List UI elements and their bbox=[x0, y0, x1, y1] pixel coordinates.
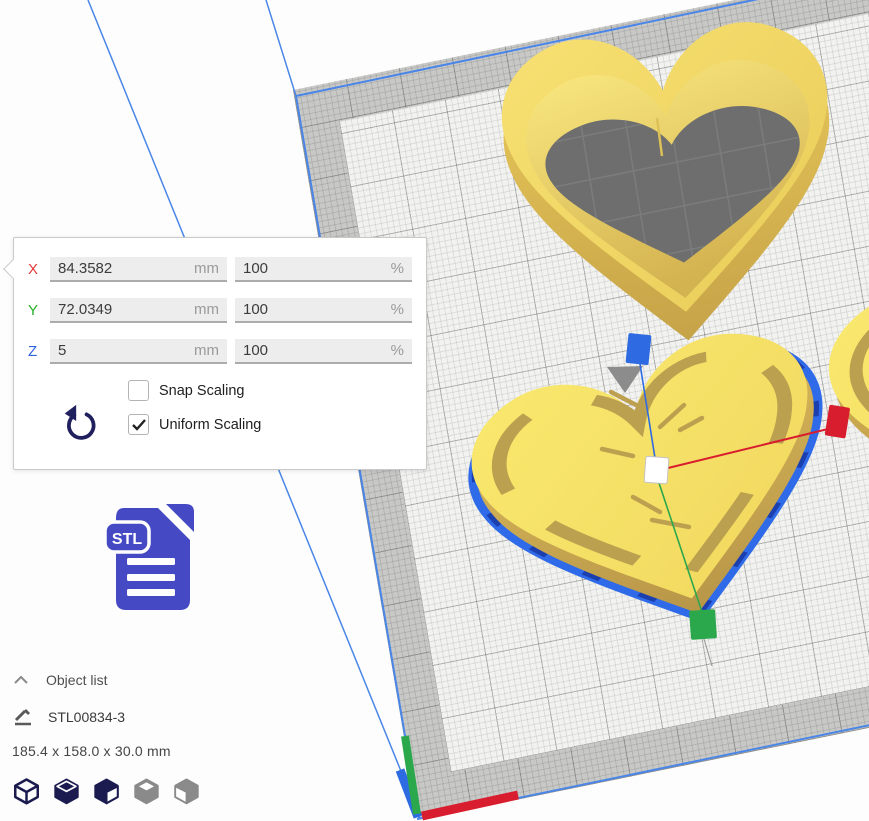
view-right-button[interactable] bbox=[171, 777, 202, 807]
object-list-header[interactable]: Object list bbox=[12, 670, 171, 690]
scale-y-percent-unit: % bbox=[391, 301, 404, 318]
scale-x-mm-input[interactable]: 84.3582 mm bbox=[50, 257, 227, 282]
scale-x-mm-unit: mm bbox=[194, 260, 219, 277]
snap-scaling-label: Snap Scaling bbox=[159, 383, 244, 399]
scale-handle-y[interactable] bbox=[689, 609, 717, 640]
scale-handle-z[interactable] bbox=[625, 333, 651, 365]
scale-z-percent-input[interactable]: 100 % bbox=[235, 339, 412, 364]
origin-axes-indicator bbox=[400, 736, 518, 817]
snap-scaling-checkbox[interactable] bbox=[128, 380, 149, 401]
view-front-button[interactable] bbox=[51, 777, 82, 807]
scale-row-y: Y 72.0349 mm 100 % bbox=[28, 298, 412, 323]
scale-y-mm-unit: mm bbox=[194, 301, 219, 318]
object-list-title: Object list bbox=[46, 672, 107, 688]
selected-heart-model[interactable] bbox=[455, 313, 865, 664]
scale-z-mm-unit: mm bbox=[194, 342, 219, 359]
z-axis-label: Z bbox=[28, 343, 50, 360]
scale-x-percent-input[interactable]: 100 % bbox=[235, 257, 412, 282]
chevron-up-icon bbox=[12, 674, 30, 686]
view-left-button[interactable] bbox=[131, 777, 162, 807]
scale-row-z: Z 5 mm 100 % bbox=[28, 339, 412, 364]
view-3d-icon bbox=[11, 777, 42, 807]
x-axis-label: X bbox=[28, 261, 50, 278]
view-front-icon bbox=[51, 777, 82, 807]
snap-scaling-row: Snap Scaling bbox=[128, 380, 412, 401]
reset-scale-button[interactable] bbox=[60, 401, 98, 445]
scale-y-percent-input[interactable]: 100 % bbox=[235, 298, 412, 323]
scale-x-percent-unit: % bbox=[391, 260, 404, 277]
view-left-icon bbox=[131, 777, 162, 807]
uniform-scaling-checkbox[interactable] bbox=[128, 414, 149, 435]
object-list-panel: Object list STL00834-3 185.4 x 158.0 x 3… bbox=[12, 670, 171, 759]
stl-file-icon: STL bbox=[100, 502, 200, 621]
object-dimensions: 185.4 x 158.0 x 30.0 mm bbox=[12, 743, 171, 759]
heart-dip-shadow bbox=[607, 366, 643, 393]
stl-document-icon: STL bbox=[100, 502, 200, 616]
view-top-button[interactable] bbox=[91, 777, 122, 807]
object-name: STL00834-3 bbox=[48, 709, 125, 725]
stl-badge-label: STL bbox=[112, 531, 142, 548]
view-right-icon bbox=[171, 777, 202, 807]
reset-rotate-ccw-icon bbox=[60, 402, 98, 442]
cura-3d-viewport: X 84.3582 mm 100 % Y 72.0349 mm 100 % Z bbox=[0, 0, 869, 821]
scale-x-mm-value: 84.3582 bbox=[58, 260, 112, 277]
object-list-item[interactable]: STL00834-3 bbox=[12, 706, 171, 728]
y-axis-label: Y bbox=[28, 302, 50, 319]
scale-z-percent-value: 100 bbox=[243, 342, 268, 359]
uniform-scaling-row: Uniform Scaling bbox=[128, 414, 412, 435]
scale-z-percent-unit: % bbox=[391, 342, 404, 359]
view-top-icon bbox=[91, 777, 122, 807]
origin-x-axis bbox=[422, 795, 518, 816]
scale-x-percent-value: 100 bbox=[243, 260, 268, 277]
scale-z-mm-input[interactable]: 5 mm bbox=[50, 339, 227, 364]
scale-handle-x[interactable] bbox=[825, 405, 851, 439]
scale-y-percent-value: 100 bbox=[243, 301, 268, 318]
scale-y-mm-value: 72.0349 bbox=[58, 301, 112, 318]
scale-handle-center[interactable] bbox=[644, 456, 669, 484]
checkmark-icon bbox=[132, 419, 146, 431]
scale-tool-panel: X 84.3582 mm 100 % Y 72.0349 mm 100 % Z bbox=[13, 237, 427, 470]
y-axis-line-tail bbox=[704, 639, 712, 666]
view-3d-button[interactable] bbox=[11, 777, 42, 807]
uniform-scaling-label: Uniform Scaling bbox=[159, 417, 261, 433]
scale-z-mm-value: 5 bbox=[58, 342, 66, 359]
heart-box-model[interactable] bbox=[494, 14, 851, 357]
scale-y-mm-input[interactable]: 72.0349 mm bbox=[50, 298, 227, 323]
pencil-icon bbox=[12, 706, 34, 728]
scale-row-x: X 84.3582 mm 100 % bbox=[28, 257, 412, 282]
camera-view-toolbar bbox=[11, 777, 202, 807]
